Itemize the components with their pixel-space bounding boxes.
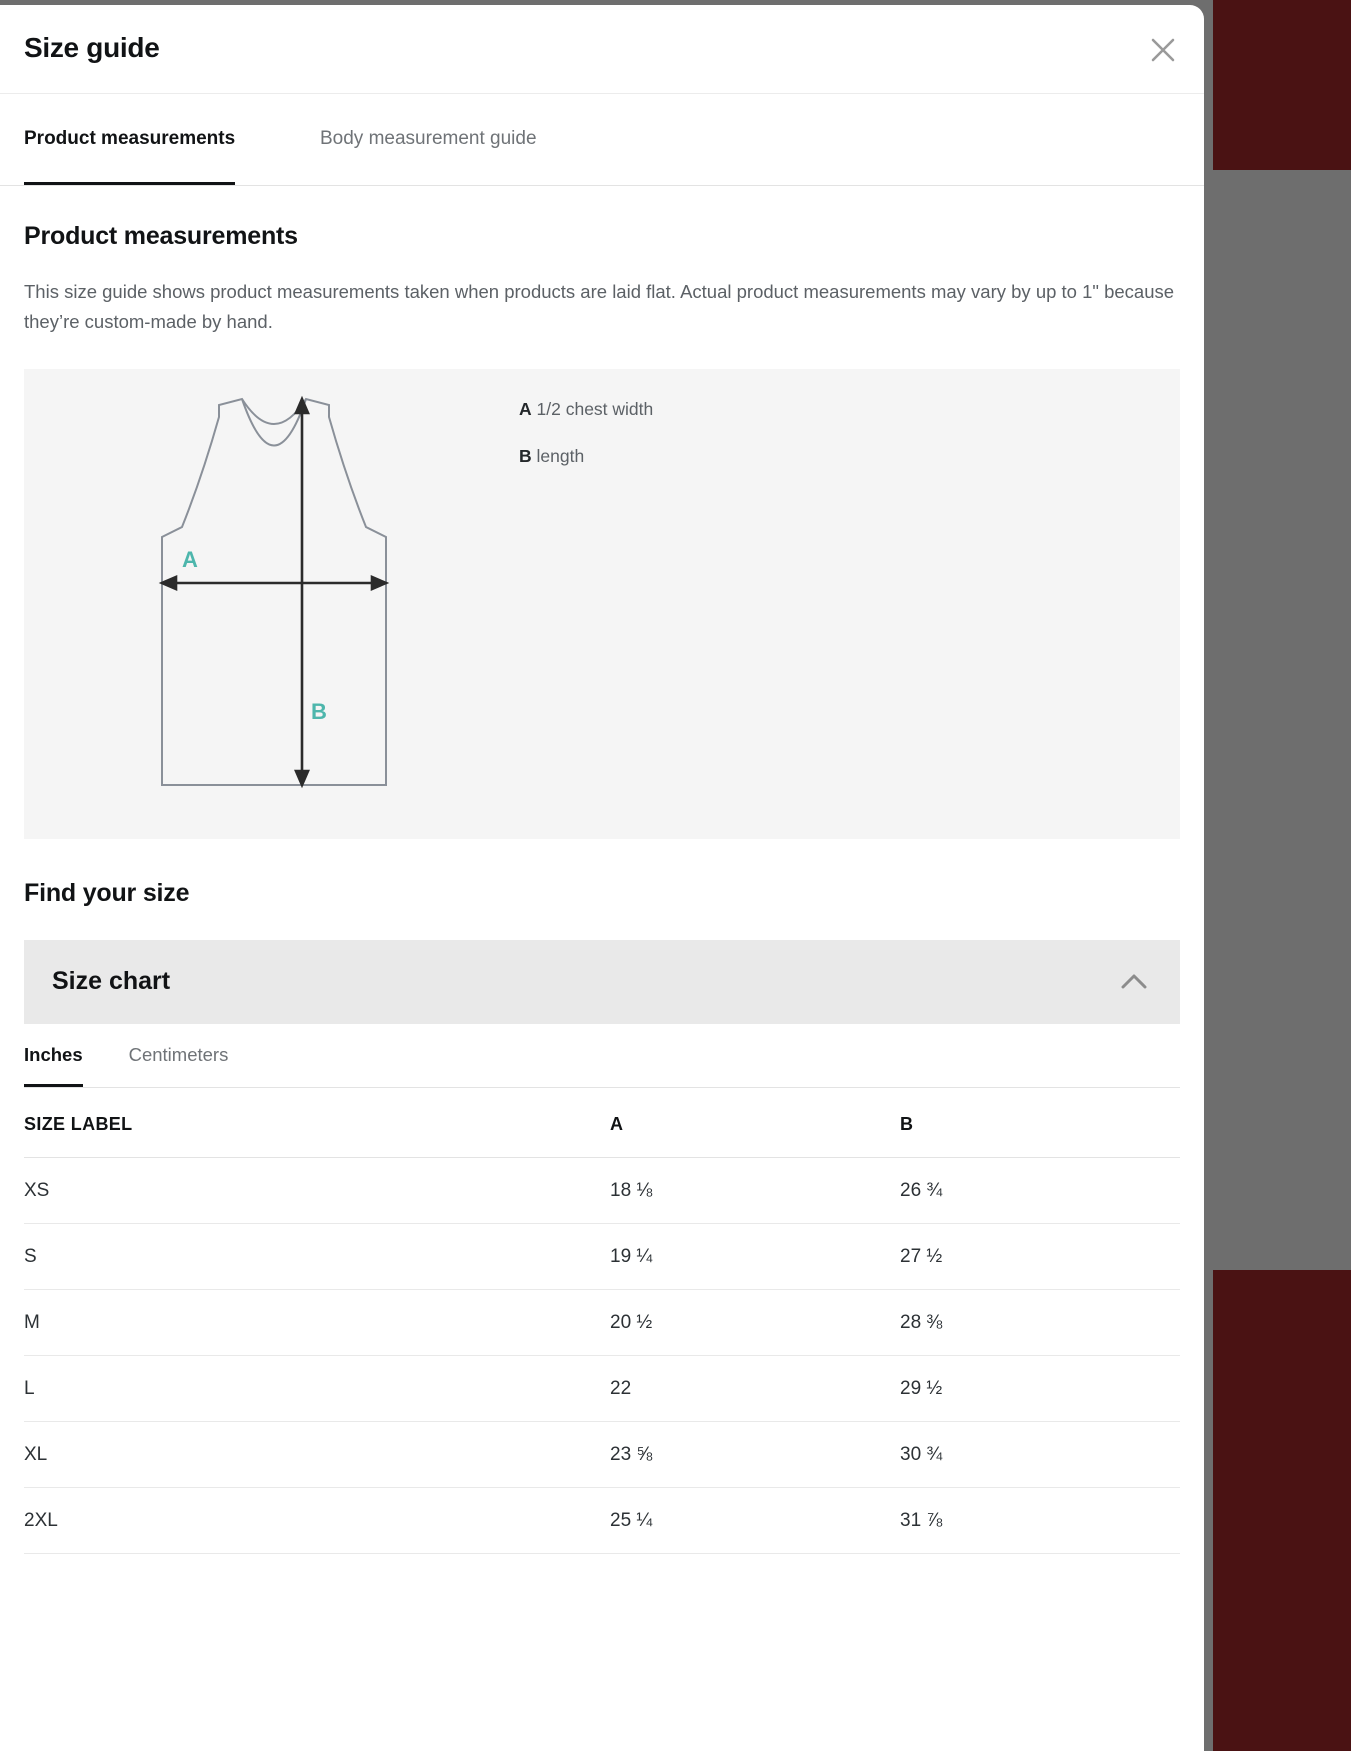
tab-body-measurement-guide-label: Body measurement guide	[320, 128, 537, 149]
svg-text:B: B	[311, 699, 327, 724]
legend-item-b: B length	[519, 446, 653, 467]
close-icon	[1148, 35, 1178, 65]
table-row: 2XL 25 ¼ 31 ⅞	[24, 1487, 1180, 1554]
size-chart-accordion-header[interactable]: Size chart	[24, 939, 1180, 1024]
legend-text-b: length	[536, 445, 585, 466]
column-header-b: B	[900, 1087, 1180, 1158]
section-title-find-your-size: Find your size	[24, 878, 190, 907]
table-header-row: SIZE LABEL A B	[24, 1087, 1180, 1158]
tab-centimeters-label: Centimeters	[128, 1043, 229, 1065]
size-cell: XL	[24, 1421, 610, 1488]
page-title: Size guide	[24, 32, 160, 63]
tab-inches[interactable]: Inches	[24, 1023, 83, 1087]
tab-body-measurement-guide[interactable]: Body measurement guide	[320, 93, 537, 185]
table-row: S 19 ¼ 27 ½	[24, 1223, 1180, 1290]
diagram-legend: A 1/2 chest width B length	[519, 399, 653, 493]
tab-centimeters[interactable]: Centimeters	[129, 1023, 229, 1087]
table-row: M 20 ½ 28 ⅜	[24, 1289, 1180, 1356]
tab-product-measurements-label: Product measurements	[24, 128, 236, 149]
background-block-top	[1205, 0, 1351, 170]
unit-tab-bar: Inches Centimeters	[24, 1024, 1180, 1088]
table-row: XS 18 ⅛ 26 ¾	[24, 1157, 1180, 1224]
product-measurements-description: This size guide shows product measuremen…	[24, 281, 1175, 332]
measurement-b-cell: 29 ½	[900, 1355, 1180, 1422]
column-header-a: A	[610, 1087, 900, 1158]
legend-text-a: 1/2 chest width	[536, 398, 654, 419]
modal-content: Product measurements This size guide sho…	[0, 222, 1204, 908]
backdrop-edge	[1203, 0, 1213, 1751]
measurement-a-cell: 25 ¼	[610, 1487, 900, 1554]
size-cell: 2XL	[24, 1487, 610, 1554]
table-row: L 22 29 ½	[24, 1355, 1180, 1422]
measurement-b-cell: 28 ⅜	[900, 1289, 1180, 1356]
legend-key-a: A	[519, 398, 532, 419]
tab-bar: Product measurements Body measurement gu…	[0, 94, 1204, 186]
legend-key-b: B	[519, 445, 532, 466]
table-body: XS 18 ⅛ 26 ¾ S 19 ¼ 27 ½ M 20 ½ 28 ⅜ L 22 29 ½ XL 23 …	[24, 1157, 1180, 1554]
modal-header: Size guide	[0, 5, 1204, 94]
size-cell: S	[24, 1223, 610, 1290]
measurement-a-cell: 18 ⅛	[610, 1157, 900, 1224]
measurement-b-cell: 31 ⅞	[900, 1487, 1180, 1554]
size-cell: XS	[24, 1157, 610, 1224]
measurement-b-cell: 26 ¾	[900, 1157, 1180, 1224]
background-block-bottom	[1205, 1270, 1351, 1751]
section-title-product-measurements: Product measurements	[24, 222, 298, 250]
tab-product-measurements[interactable]: Product measurements	[24, 93, 236, 185]
close-button[interactable]	[1145, 32, 1181, 68]
measurement-diagram: A B A 1/2 chest width B length	[24, 368, 1180, 839]
svg-text:A: A	[182, 547, 198, 572]
chevron-up-icon[interactable]	[1112, 960, 1156, 1004]
size-guide-modal: Size guide Product measurements Body mea…	[0, 5, 1204, 1751]
tab-inches-label: Inches	[24, 1043, 83, 1065]
column-header-size-label: SIZE LABEL	[24, 1087, 610, 1158]
measurement-a-cell: 22	[610, 1355, 900, 1422]
screen: Size guide Product measurements Body mea…	[0, 0, 1351, 1751]
size-chart-accordion-title: Size chart	[52, 967, 171, 996]
measurement-b-cell: 30 ¾	[900, 1421, 1180, 1488]
tab-active-indicator	[24, 182, 236, 185]
size-cell: L	[24, 1355, 610, 1422]
size-cell: M	[24, 1289, 610, 1356]
measurement-a-cell: 20 ½	[610, 1289, 900, 1356]
legend-item-a: A 1/2 chest width	[519, 399, 653, 420]
table-row: XL 23 ⅝ 30 ¾	[24, 1421, 1180, 1488]
background-shade	[1205, 170, 1351, 1270]
measurement-a-cell: 19 ¼	[610, 1223, 900, 1290]
size-chart-table: SIZE LABEL A B XS 18 ⅛ 26 ¾ S 19 ¼ 27 ½ M 20 ½2…	[24, 1087, 1180, 1554]
measurement-b-cell: 27 ½	[900, 1223, 1180, 1290]
measurement-a-cell: 23 ⅝	[610, 1421, 900, 1488]
